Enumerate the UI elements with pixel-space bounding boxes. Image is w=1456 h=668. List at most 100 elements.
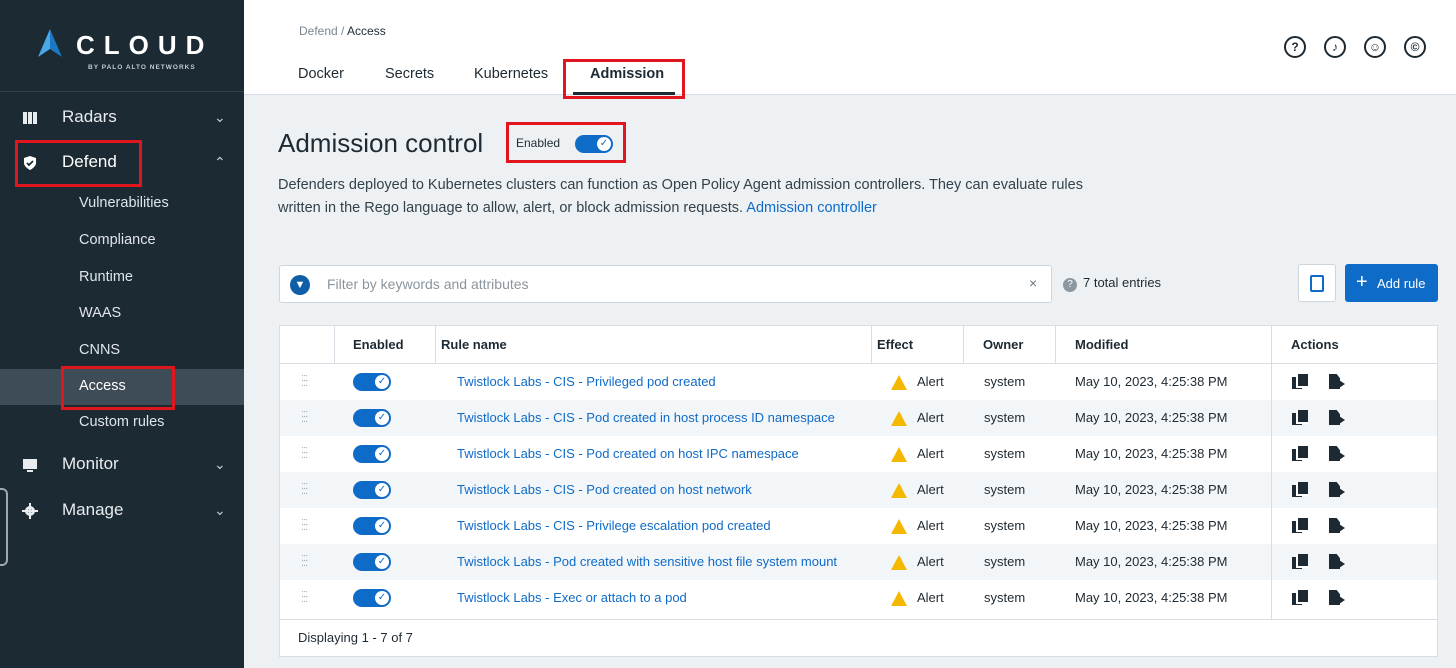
export-icon[interactable] — [1329, 590, 1345, 606]
copy-icon[interactable] — [1292, 446, 1308, 461]
total-entries-text: 7 total entries — [1083, 275, 1162, 290]
rule-enabled-toggle[interactable]: ✓ — [353, 373, 391, 391]
rule-name-link[interactable]: Twistlock Labs - Exec or attach to a pod — [457, 590, 687, 605]
rule-enabled-toggle[interactable]: ✓ — [353, 517, 391, 535]
sidebar-subitem-cnns[interactable]: CNNS — [0, 333, 244, 369]
bell-icon[interactable]: ♪ — [1324, 36, 1346, 58]
drag-handle-icon[interactable]: :::::: — [301, 481, 308, 497]
admission-controller-link[interactable]: Admission controller — [746, 200, 877, 216]
clear-filter-icon[interactable]: × — [1029, 275, 1037, 291]
col-divider — [435, 326, 436, 363]
rule-name-link[interactable]: Twistlock Labs - CIS - Pod created in ho… — [457, 410, 835, 425]
table-row: :::::: ✓ Twistlock Labs - CIS - Pod crea… — [280, 400, 1437, 436]
user-icon[interactable]: ☺ — [1364, 36, 1386, 58]
settings-icon[interactable]: © — [1404, 36, 1426, 58]
check-icon: ✓ — [375, 483, 389, 497]
rule-enabled-toggle[interactable]: ✓ — [353, 589, 391, 607]
pagination-summary: Displaying 1 - 7 of 7 — [298, 630, 413, 645]
drag-handle-icon[interactable]: :::::: — [301, 445, 308, 461]
sidebar-subitem-vulnerabilities[interactable]: Vulnerabilities — [0, 186, 244, 222]
col-header-effect[interactable]: Effect — [877, 337, 913, 352]
export-icon[interactable] — [1329, 410, 1345, 426]
help-icon[interactable]: ? — [1284, 36, 1306, 58]
chevron-down-icon: ⌄ — [214, 502, 226, 518]
copy-icon[interactable] — [1292, 482, 1308, 497]
col-header-enabled[interactable]: Enabled — [353, 337, 404, 352]
rule-name-link[interactable]: Twistlock Labs - CIS - Pod created on ho… — [457, 482, 752, 497]
drag-handle-icon[interactable]: :::::: — [301, 517, 308, 533]
rule-name-link[interactable]: Twistlock Labs - CIS - Pod created on ho… — [457, 446, 799, 461]
filter-input[interactable]: ▼ Filter by keywords and attributes × — [279, 265, 1052, 303]
copy-icon[interactable] — [1292, 374, 1308, 389]
sidebar-item-label: Monitor — [62, 454, 119, 473]
logo: CLOUD BY PALO ALTO NETWORKS — [0, 0, 244, 92]
resize-handle[interactable] — [0, 488, 8, 566]
copy-icon[interactable] — [1292, 554, 1308, 569]
sidebar-subitem-waas[interactable]: WAAS — [0, 296, 244, 332]
export-icon[interactable] — [1329, 374, 1345, 390]
warning-icon — [891, 375, 907, 390]
header: Defend / Access Docker Secrets Kubernete… — [244, 0, 1456, 95]
rules-table: Enabled Rule name Effect Owner Modified … — [279, 325, 1438, 657]
col-divider — [963, 326, 964, 363]
sidebar-subitem-label: Vulnerabilities — [79, 195, 169, 211]
page-title: Admission control — [278, 128, 484, 158]
admission-enabled-toggle[interactable]: ✓ — [575, 135, 613, 153]
rule-name-link[interactable]: Twistlock Labs - Pod created with sensit… — [457, 554, 837, 569]
warning-icon — [891, 447, 907, 462]
rule-enabled-toggle[interactable]: ✓ — [353, 409, 391, 427]
import-button[interactable] — [1298, 264, 1336, 302]
help-icon: ? — [1063, 278, 1077, 292]
table-row: :::::: ✓ Twistlock Labs - CIS - Pod crea… — [280, 436, 1437, 472]
copy-icon[interactable] — [1292, 410, 1308, 425]
drag-handle-icon[interactable]: :::::: — [301, 589, 308, 605]
drag-handle-icon[interactable]: :::::: — [301, 409, 308, 425]
sidebar-item-manage[interactable]: Manage ⌄ — [0, 491, 244, 531]
sidebar-subitem-label: WAAS — [79, 305, 122, 321]
rule-modified: May 10, 2023, 4:25:38 PM — [1075, 410, 1228, 425]
rule-modified: May 10, 2023, 4:25:38 PM — [1075, 482, 1228, 497]
rule-effect: Alert — [917, 446, 944, 461]
check-icon: ✓ — [375, 555, 389, 569]
check-icon: ✓ — [375, 591, 389, 605]
rule-enabled-toggle[interactable]: ✓ — [353, 481, 391, 499]
sidebar-subitem-compliance[interactable]: Compliance — [0, 223, 244, 259]
export-icon[interactable] — [1329, 518, 1345, 534]
rule-effect: Alert — [917, 374, 944, 389]
sidebar: CLOUD BY PALO ALTO NETWORKS Radars ⌄ Def… — [0, 0, 244, 668]
drag-handle-icon[interactable]: :::::: — [301, 373, 308, 389]
rule-enabled-toggle[interactable]: ✓ — [353, 553, 391, 571]
rule-modified: May 10, 2023, 4:25:38 PM — [1075, 374, 1228, 389]
col-header-owner[interactable]: Owner — [983, 337, 1023, 352]
tab-kubernetes[interactable]: Kubernetes — [474, 66, 548, 82]
table-row: :::::: ✓ Twistlock Labs - Exec or attach… — [280, 580, 1437, 616]
rule-name-link[interactable]: Twistlock Labs - CIS - Privileged pod cr… — [457, 374, 716, 389]
export-icon[interactable] — [1329, 554, 1345, 570]
col-header-modified[interactable]: Modified — [1075, 337, 1128, 352]
add-rule-button[interactable]: + Add rule — [1345, 264, 1438, 302]
highlight-access — [61, 366, 175, 410]
rule-name-link[interactable]: Twistlock Labs - CIS - Privilege escalat… — [457, 518, 771, 533]
actions-column-divider — [1271, 326, 1272, 619]
tab-secrets[interactable]: Secrets — [385, 66, 434, 82]
breadcrumb-parent[interactable]: Defend — [299, 24, 338, 38]
sidebar-item-radars[interactable]: Radars ⌄ — [0, 98, 244, 138]
tab-docker[interactable]: Docker — [298, 66, 344, 82]
drag-handle-icon[interactable]: :::::: — [301, 553, 308, 569]
sidebar-subitem-label: CNNS — [79, 342, 121, 358]
copy-icon[interactable] — [1292, 590, 1308, 605]
plus-icon: + — [1356, 271, 1368, 293]
sidebar-subitem-custom-rules[interactable]: Custom rules — [0, 405, 244, 441]
export-icon[interactable] — [1329, 482, 1345, 498]
check-icon: ✓ — [597, 137, 611, 151]
sidebar-subitem-runtime[interactable]: Runtime — [0, 260, 244, 296]
rule-effect: Alert — [917, 590, 944, 605]
warning-icon — [891, 483, 907, 498]
rule-owner: system — [984, 482, 1026, 497]
col-divider — [334, 326, 335, 363]
col-header-rule-name[interactable]: Rule name — [441, 337, 507, 352]
copy-icon[interactable] — [1292, 518, 1308, 533]
export-icon[interactable] — [1329, 446, 1345, 462]
rule-enabled-toggle[interactable]: ✓ — [353, 445, 391, 463]
sidebar-item-monitor[interactable]: Monitor ⌄ — [0, 445, 244, 485]
